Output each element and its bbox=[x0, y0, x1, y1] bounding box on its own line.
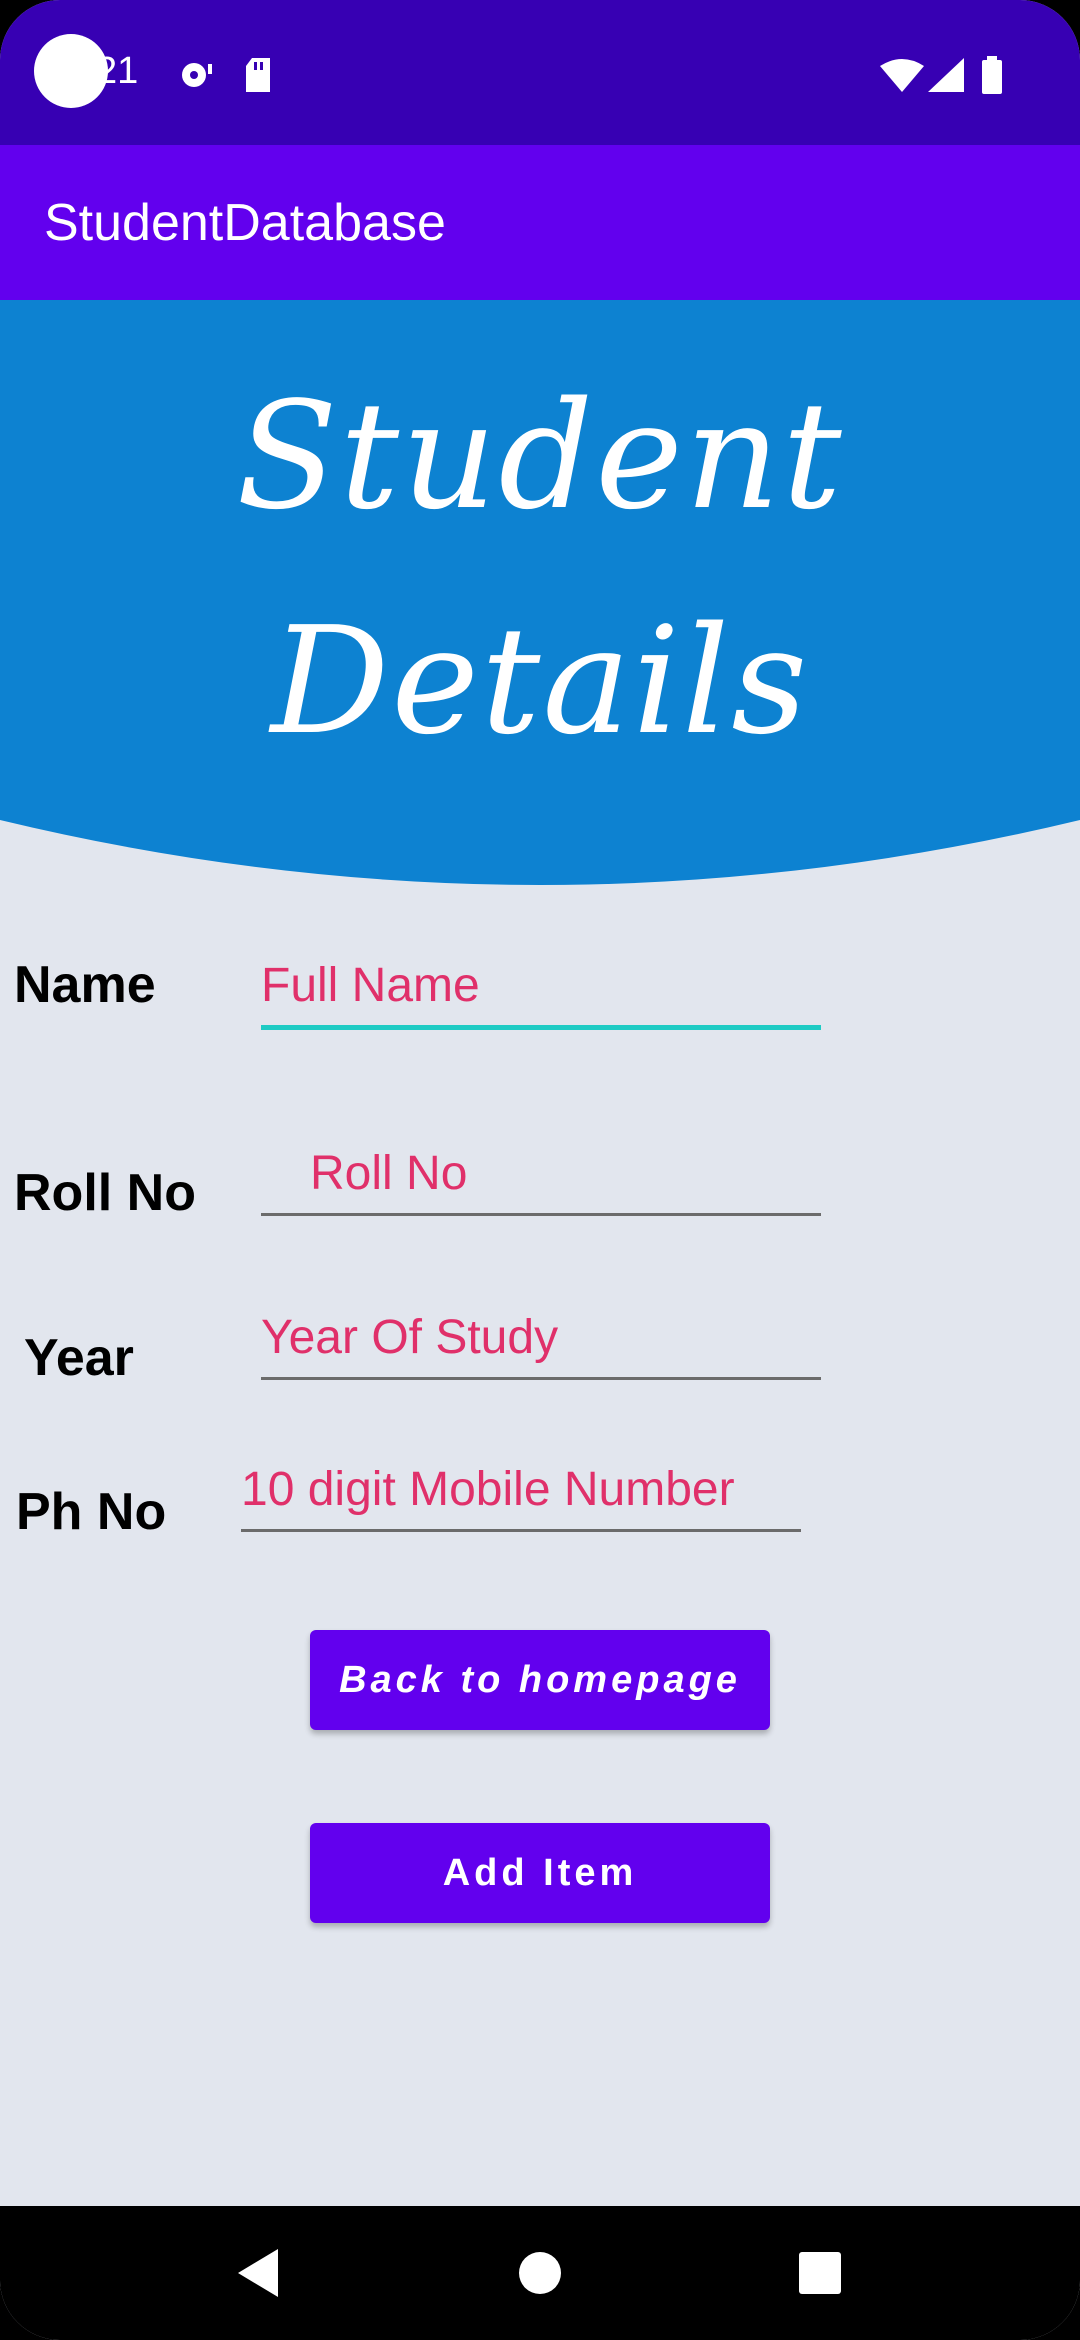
banner-title-line1: Student bbox=[236, 370, 844, 542]
banner-title-line2: Details bbox=[270, 595, 810, 767]
app-title: StudentDatabase bbox=[44, 194, 446, 252]
battery-icon bbox=[980, 56, 1004, 99]
header-banner: Student Details bbox=[0, 300, 1080, 900]
year-label: Year bbox=[24, 1329, 134, 1387]
home-icon[interactable] bbox=[490, 2206, 590, 2340]
name-input[interactable] bbox=[261, 945, 821, 1030]
screen: 21 StudentDatabase Student Details Name … bbox=[0, 0, 1080, 2340]
camera-dot bbox=[34, 34, 108, 108]
recents-icon[interactable] bbox=[770, 2206, 870, 2340]
app-bar: StudentDatabase bbox=[0, 145, 1080, 300]
status-bar: 21 bbox=[0, 0, 1080, 145]
phone-label: Ph No bbox=[16, 1483, 167, 1541]
sd-card-icon bbox=[244, 58, 272, 97]
media-icon bbox=[178, 58, 214, 97]
back-icon[interactable] bbox=[210, 2206, 310, 2340]
add-item-button[interactable]: Add Item bbox=[310, 1823, 770, 1923]
wifi-icon bbox=[880, 58, 924, 97]
roll-no-input[interactable] bbox=[261, 1133, 821, 1216]
name-label: Name bbox=[14, 956, 156, 1014]
phone-input[interactable] bbox=[241, 1449, 801, 1532]
back-to-homepage-button[interactable]: Back to homepage bbox=[310, 1630, 770, 1730]
signal-icon bbox=[928, 58, 964, 97]
roll-no-label: Roll No bbox=[14, 1164, 196, 1222]
year-input[interactable] bbox=[261, 1297, 821, 1380]
navigation-bar bbox=[0, 2206, 1080, 2340]
